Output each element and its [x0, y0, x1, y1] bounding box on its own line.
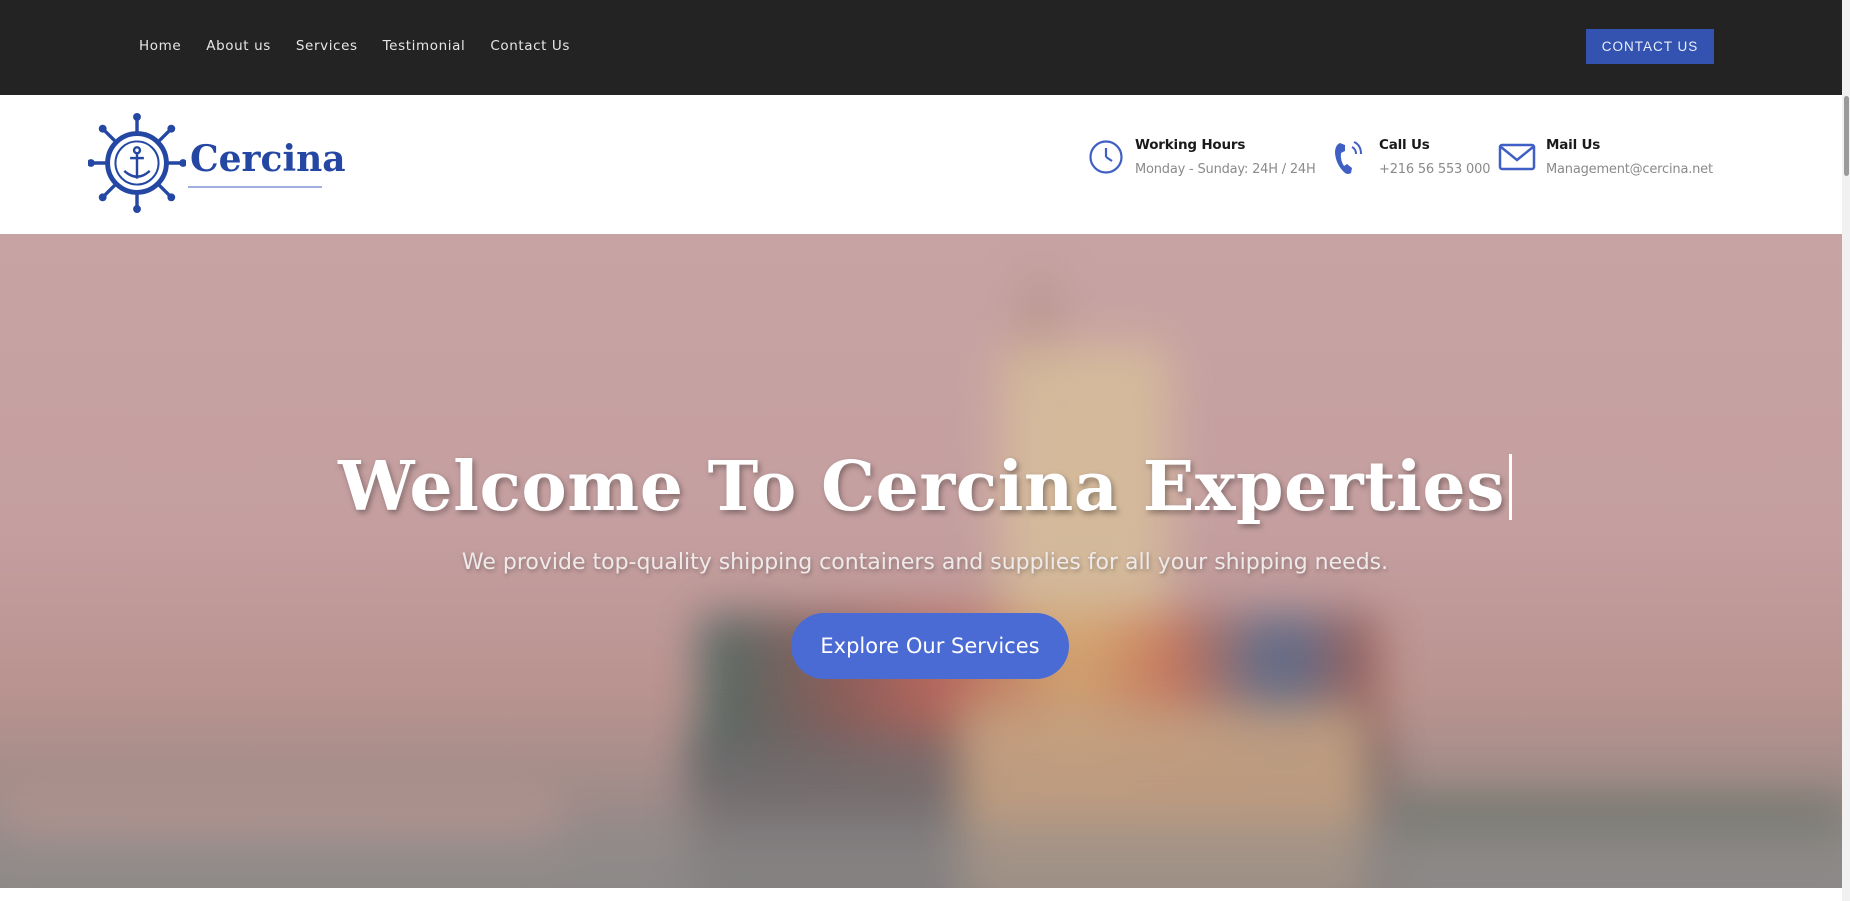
envelope-icon — [1497, 137, 1537, 177]
working-hours-title: Working Hours — [1135, 137, 1246, 153]
main-nav: Home About us Services Testimonial Conta… — [139, 38, 570, 54]
scrollbar-thumb[interactable] — [1844, 96, 1849, 176]
call-us-value[interactable]: +216 56 553 000 — [1379, 162, 1490, 177]
brand-name[interactable]: Cercina — [190, 138, 346, 180]
clock-icon — [1086, 137, 1126, 177]
hero-bg-water — [0, 824, 1850, 888]
phone-icon — [1330, 137, 1370, 177]
explore-services-button[interactable]: Explore Our Services — [791, 613, 1069, 679]
mail-us-info: Mail Us Management@cercina.net — [1497, 137, 1713, 177]
nav-services[interactable]: Services — [296, 38, 358, 54]
top-navbar: Home About us Services Testimonial Conta… — [0, 0, 1850, 95]
brand-underline — [188, 186, 322, 188]
working-hours-value: Monday - Sunday: 24H / 24H — [1135, 162, 1316, 177]
nav-contact-us[interactable]: Contact Us — [490, 38, 570, 54]
nav-testimonial[interactable]: Testimonial — [383, 38, 466, 54]
mail-us-value[interactable]: Management@cercina.net — [1546, 162, 1713, 177]
mail-us-title: Mail Us — [1546, 137, 1601, 153]
contact-us-button[interactable]: CONTACT US — [1586, 29, 1714, 64]
ship-wheel-anchor-icon[interactable] — [88, 111, 186, 215]
working-hours-info: Working Hours Monday - Sunday: 24H / 24H — [1086, 137, 1316, 177]
call-us-info: Call Us +216 56 553 000 — [1330, 137, 1490, 177]
hero-title-text: Welcome To Cercina Experties — [338, 447, 1505, 527]
nav-home[interactable]: Home — [139, 38, 181, 54]
hero-title: Welcome To Cercina Experties — [0, 447, 1850, 527]
typing-cursor — [1508, 454, 1512, 520]
call-us-title: Call Us — [1379, 137, 1430, 153]
hero-subtitle: We provide top-quality shipping containe… — [461, 550, 1389, 575]
bottom-strip — [0, 888, 1850, 901]
nav-about-us[interactable]: About us — [206, 38, 271, 54]
